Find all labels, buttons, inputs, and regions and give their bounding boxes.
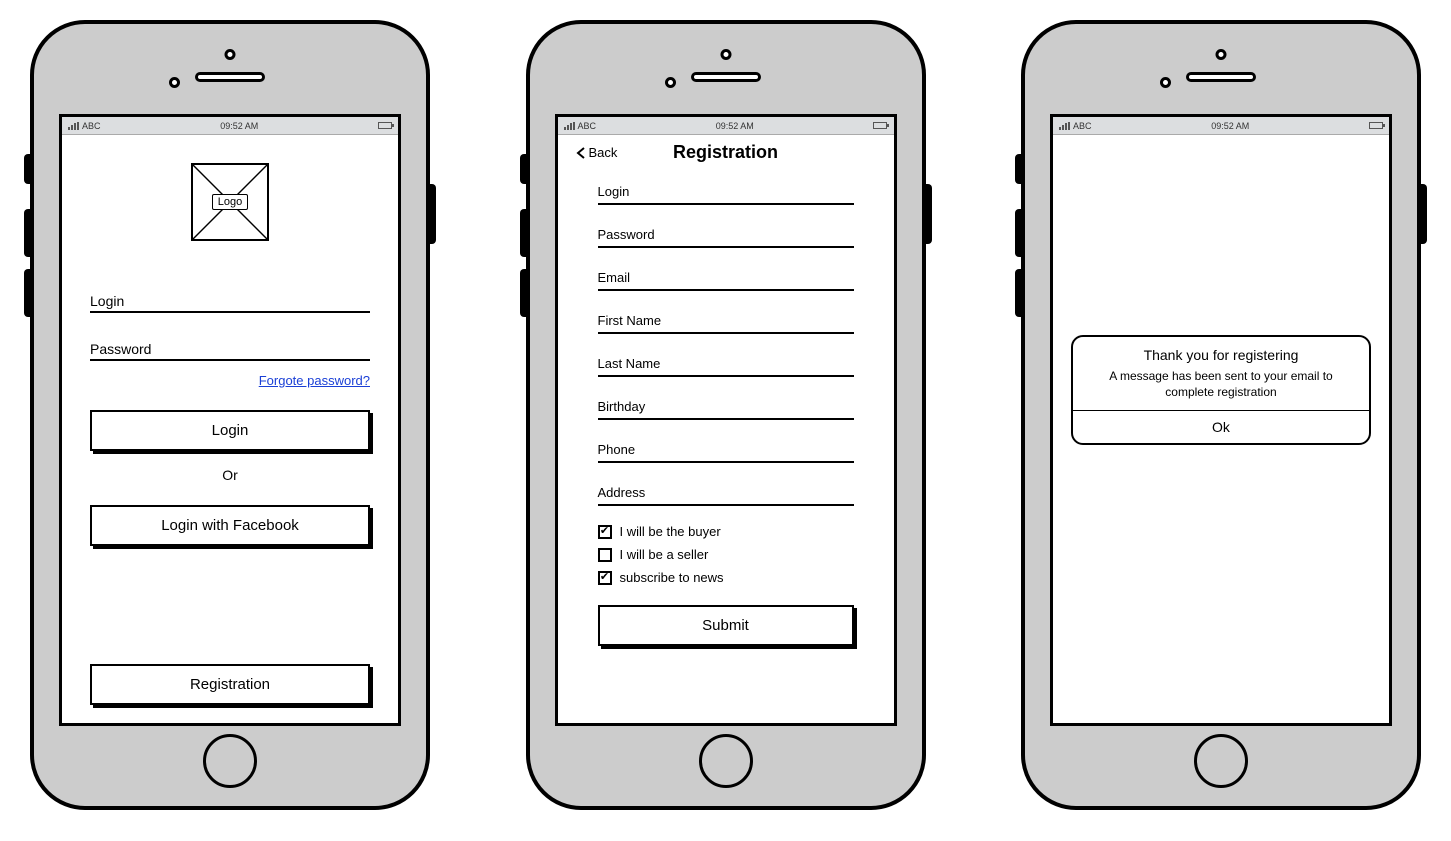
wireframe-board: ABC 09:52 AM Logo Login Password (30, 20, 1421, 810)
signal-icon (68, 122, 79, 130)
phone-speaker-icon (1186, 72, 1256, 82)
checkbox-icon: ✔ (598, 525, 612, 539)
page-title: Registration (576, 142, 876, 163)
phone-side-button (24, 154, 31, 184)
reg-birthday-input[interactable] (598, 394, 854, 420)
phone-speaker-icon (195, 72, 265, 82)
reg-email-input[interactable] (598, 265, 854, 291)
phone-side-button (24, 209, 31, 257)
status-bar: ABC 09:52 AM (62, 117, 398, 135)
confirmation-content: Thank you for registering A message has … (1053, 135, 1389, 723)
screen-registration: ABC 09:52 AM Back Registration Login Pas… (555, 114, 897, 726)
checkbox-icon: ✔ (598, 571, 612, 585)
signal-icon (564, 122, 575, 130)
phone-frame-registration: ABC 09:52 AM Back Registration Login Pas… (526, 20, 926, 810)
battery-icon (378, 122, 392, 129)
clock-label: 09:52 AM (220, 121, 258, 131)
checkbox-label: subscribe to news (620, 570, 724, 585)
checkbox-buyer[interactable]: ✔ I will be the buyer (598, 524, 854, 539)
dialog-message: A message has been sent to your email to… (1085, 369, 1357, 410)
phone-sensor-icon (1160, 77, 1171, 88)
phone-frame-confirmation: ABC 09:52 AM Thank you for registering A… (1021, 20, 1421, 810)
dialog-title: Thank you for registering (1085, 347, 1357, 363)
home-button[interactable] (699, 734, 753, 788)
clock-label: 09:52 AM (716, 121, 754, 131)
reg-firstname-input[interactable] (598, 308, 854, 334)
checkbox-seller[interactable]: I will be a seller (598, 547, 854, 562)
phone-side-button (1015, 154, 1022, 184)
registration-header: Back Registration (576, 145, 876, 160)
phone-side-button (925, 184, 932, 244)
logo-label: Logo (212, 194, 248, 210)
screen-login: ABC 09:52 AM Logo Login Password (59, 114, 401, 726)
clock-label: 09:52 AM (1211, 121, 1249, 131)
phone-camera-icon (720, 49, 731, 60)
registration-content: Back Registration Login Password Email F… (558, 135, 894, 723)
login-input[interactable] (90, 287, 370, 313)
login-facebook-button[interactable]: Login with Facebook (90, 505, 370, 546)
home-button[interactable] (1194, 734, 1248, 788)
submit-button[interactable]: Submit (598, 605, 854, 646)
checkbox-icon (598, 548, 612, 562)
reg-login-input[interactable] (598, 179, 854, 205)
screen-confirmation: ABC 09:52 AM Thank you for registering A… (1050, 114, 1392, 726)
carrier-label: ABC (1073, 121, 1092, 131)
phone-side-button (520, 154, 527, 184)
phone-camera-icon (1216, 49, 1227, 60)
reg-phone-input[interactable] (598, 437, 854, 463)
password-input[interactable] (90, 335, 370, 361)
phone-side-button (520, 209, 527, 257)
phone-side-button (429, 184, 436, 244)
logo-placeholder: Logo (191, 163, 269, 241)
battery-icon (873, 122, 887, 129)
checkbox-news[interactable]: ✔ subscribe to news (598, 570, 854, 585)
reg-lastname-input[interactable] (598, 351, 854, 377)
status-bar: ABC 09:52 AM (558, 117, 894, 135)
phone-side-button (24, 269, 31, 317)
carrier-label: ABC (578, 121, 597, 131)
phone-side-button (1420, 184, 1427, 244)
reg-password-input[interactable] (598, 222, 854, 248)
phone-frame-login: ABC 09:52 AM Logo Login Password (30, 20, 430, 810)
phone-sensor-icon (665, 77, 676, 88)
login-content: Logo Login Password Forgote password? Lo… (62, 135, 398, 723)
dialog-ok-button[interactable]: Ok (1073, 410, 1369, 443)
or-divider: Or (90, 467, 370, 483)
phone-side-button (1015, 209, 1022, 257)
phone-side-button (520, 269, 527, 317)
registration-button[interactable]: Registration (90, 664, 370, 705)
home-button[interactable] (203, 734, 257, 788)
confirmation-dialog: Thank you for registering A message has … (1071, 335, 1371, 445)
phone-speaker-icon (691, 72, 761, 82)
signal-icon (1059, 122, 1070, 130)
carrier-label: ABC (82, 121, 101, 131)
reg-address-input[interactable] (598, 480, 854, 506)
phone-sensor-icon (169, 77, 180, 88)
checkbox-label: I will be the buyer (620, 524, 721, 539)
checkbox-label: I will be a seller (620, 547, 709, 562)
phone-camera-icon (225, 49, 236, 60)
battery-icon (1369, 122, 1383, 129)
status-bar: ABC 09:52 AM (1053, 117, 1389, 135)
login-button[interactable]: Login (90, 410, 370, 451)
forgot-password-link[interactable]: Forgote password? (259, 373, 370, 388)
phone-side-button (1015, 269, 1022, 317)
